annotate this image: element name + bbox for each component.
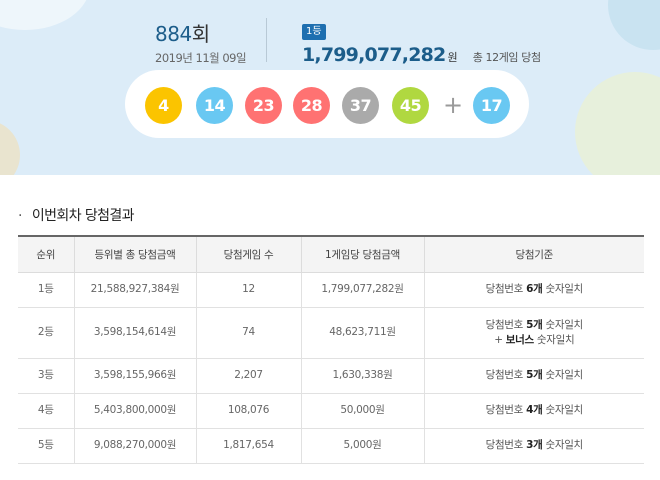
lotto-ball: 37 [342, 87, 379, 124]
criteria-count: 3개 [526, 439, 543, 451]
rank-cell: 5등 [18, 427, 75, 464]
rank-cell: 3등 [18, 357, 75, 394]
bonus-ball: 17 [473, 87, 510, 124]
total-prize-cell: 3,598,154,614원 [73, 306, 197, 359]
plus-sign: + [443, 91, 464, 119]
criteria-prefix: 당첨번호 [485, 283, 527, 295]
criteria-prefix: 당첨번호 [485, 318, 527, 331]
criteria-prefix: 당첨번호 [485, 369, 527, 381]
criteria-cell: 당첨번호 5개 숫자일치 + 보너스 숫자일치 [423, 306, 644, 359]
lotto-ball: 45 [392, 87, 429, 124]
section-title: · 이번회차 당첨결과 [18, 205, 135, 225]
criteria-suffix: 숫자일치 [542, 404, 583, 416]
winning-games-cell: 1,817,654 [195, 427, 302, 464]
draw-date: 2019년 11월 09일 [155, 51, 247, 65]
first-prize-unit: 원 [447, 51, 458, 64]
lotto-ball: 28 [293, 87, 330, 124]
criteria-cell: 당첨번호 3개 숫자일치 [423, 427, 644, 464]
criteria-bonus-suffix: 숫자일치 [533, 333, 575, 346]
divider [266, 18, 267, 62]
winning-games-cell: 12 [195, 271, 302, 308]
prize-per-game-cell: 1,799,077,282원 [300, 271, 425, 308]
winning-games-cell: 108,076 [195, 392, 302, 429]
lotto-ball: 23 [245, 87, 282, 124]
draw-info: 884회 2019년 11월 09일 [155, 18, 247, 66]
criteria-cell: 당첨번호 4개 숫자일치 [423, 392, 644, 429]
first-prize-amount: 1,799,077,282 [302, 44, 446, 66]
column-header-prize-per-game: 1게임당 당첨금액 [300, 235, 425, 273]
first-prize-winners: 총 12게임 당첨 [472, 51, 541, 64]
prize-per-game-cell: 48,623,711원 [300, 306, 425, 359]
draw-number-title: 884회 [155, 18, 246, 47]
criteria-suffix: 숫자일치 [542, 283, 583, 295]
rank-cell: 4등 [18, 392, 75, 429]
criteria-bonus-prefix: + [494, 333, 506, 346]
column-header-rank: 순위 [18, 235, 75, 273]
prize-per-game-cell: 5,000원 [300, 427, 425, 464]
draw-number: 884 [155, 22, 192, 46]
criteria-bonus: 보너스 [505, 333, 534, 346]
rank-cell: 2등 [18, 306, 75, 359]
criteria-count: 5개 [526, 318, 543, 331]
first-prize-line: 1,799,077,282 원 총 12게임 당첨 [302, 44, 541, 66]
criteria-prefix: 당첨번호 [485, 404, 527, 416]
lotto-ball: 4 [145, 87, 182, 124]
table-row: 1등 21,588,927,384원 12 1,799,077,282원 당첨번… [18, 271, 644, 308]
column-header-winning-games: 당첨게임 수 [195, 235, 302, 273]
total-prize-cell: 5,403,800,000원 [73, 392, 197, 429]
total-prize-cell: 9,088,270,000원 [73, 427, 197, 464]
table-header-row: 순위 등위별 총 당첨금액 당첨게임 수 1게임당 당첨금액 당첨기준 [18, 235, 644, 273]
section-title-text: 이번회차 당첨결과 [31, 208, 135, 224]
table-row: 3등 3,598,155,966원 2,207 1,630,338원 당첨번호 … [18, 357, 644, 394]
criteria-prefix: 당첨번호 [485, 439, 527, 451]
rank-cell: 1등 [18, 271, 75, 308]
prize-per-game-cell: 50,000원 [300, 392, 425, 429]
criteria-count: 5개 [526, 369, 543, 381]
table-row: 2등 3,598,154,614원 74 48,623,711원 당첨번호 5개… [18, 306, 644, 359]
winning-numbers-box: 4 14 23 28 37 45 + 17 [125, 70, 529, 138]
criteria-suffix: 숫자일치 [542, 439, 583, 451]
column-header-criteria: 당첨기준 [423, 235, 644, 273]
criteria-count: 6개 [526, 283, 543, 295]
criteria-cell: 당첨번호 5개 숫자일치 [423, 357, 644, 394]
criteria-suffix: 숫자일치 [542, 369, 583, 381]
draw-number-suffix: 회 [191, 22, 210, 46]
prize-per-game-cell: 1,630,338원 [300, 357, 425, 394]
total-prize-cell: 3,598,155,966원 [73, 357, 197, 394]
total-prize-cell: 21,588,927,384원 [73, 271, 197, 308]
table-row: 5등 9,088,270,000원 1,817,654 5,000원 당첨번호 … [18, 427, 644, 464]
winning-games-cell: 74 [195, 306, 302, 359]
decorative-circle [0, 0, 90, 30]
table-row: 4등 5,403,800,000원 108,076 50,000원 당첨번호 4… [18, 392, 644, 429]
lotto-ball: 14 [196, 87, 233, 124]
first-prize-badge: 1등 [302, 24, 326, 40]
winning-games-cell: 2,207 [195, 357, 302, 394]
lotto-result-banner: 884회 2019년 11월 09일 1등 1,799,077,282 원 총 1… [0, 0, 660, 175]
first-prize-info: 1등 1,799,077,282 원 총 12게임 당첨 [302, 19, 541, 66]
decorative-circle [575, 72, 660, 175]
criteria-cell: 당첨번호 6개 숫자일치 [423, 271, 644, 308]
decorative-circle [608, 0, 660, 50]
criteria-count: 4개 [526, 404, 543, 416]
prize-results-table: 순위 등위별 총 당첨금액 당첨게임 수 1게임당 당첨금액 당첨기준 1등 2… [18, 235, 644, 464]
criteria-suffix: 숫자일치 [542, 318, 583, 331]
column-header-total-prize: 등위별 총 당첨금액 [73, 235, 197, 273]
decorative-circle [0, 120, 20, 175]
section-bullet: · [18, 208, 22, 224]
